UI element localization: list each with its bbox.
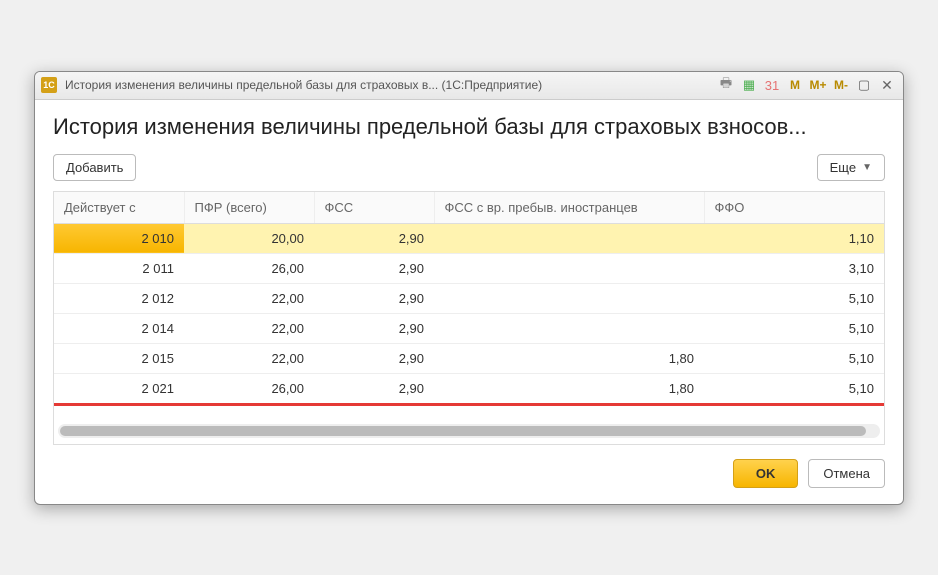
cell-fss_foreign[interactable] — [434, 253, 704, 283]
m-icon[interactable]: M — [785, 76, 805, 94]
cell-pfr[interactable]: 26,00 — [184, 373, 314, 403]
add-button[interactable]: Добавить — [53, 154, 136, 181]
cell-ffo[interactable]: 5,10 — [704, 313, 884, 343]
calculator-icon[interactable]: ▦ — [739, 76, 759, 94]
cell-date[interactable]: 2 012 — [54, 283, 184, 313]
scroll-area — [54, 406, 884, 444]
m-plus-icon[interactable]: M+ — [808, 76, 828, 94]
cell-pfr[interactable]: 26,00 — [184, 253, 314, 283]
cell-fss[interactable]: 2,90 — [314, 373, 434, 403]
titlebar: 1C История изменения величины предельной… — [35, 72, 903, 100]
ok-button[interactable]: OK — [733, 459, 799, 488]
cell-date[interactable]: 2 014 — [54, 313, 184, 343]
chevron-down-icon: ▼ — [862, 162, 872, 173]
page-title: История изменения величины предельной ба… — [53, 114, 885, 140]
cell-pfr[interactable]: 22,00 — [184, 283, 314, 313]
footer: OK Отмена — [53, 459, 885, 488]
table-row[interactable]: 2 01222,002,90 5,10 — [54, 283, 884, 313]
cell-ffo[interactable]: 3,10 — [704, 253, 884, 283]
cell-fss[interactable]: 2,90 — [314, 223, 434, 253]
cell-pfr[interactable]: 22,00 — [184, 343, 314, 373]
cell-pfr[interactable]: 22,00 — [184, 313, 314, 343]
cell-ffo[interactable]: 1,10 — [704, 223, 884, 253]
cell-fss[interactable]: 2,90 — [314, 343, 434, 373]
cell-fss[interactable]: 2,90 — [314, 253, 434, 283]
table-body: 2 01020,002,901,102 01126,002,903,102 01… — [54, 223, 884, 403]
cell-fss_foreign[interactable]: 1,80 — [434, 343, 704, 373]
dialog-window: 1C История изменения величины предельной… — [34, 71, 904, 505]
col-header-fss[interactable]: ФСС — [314, 192, 434, 224]
window-title: История изменения величины предельной ба… — [65, 78, 542, 92]
col-header-pfr[interactable]: ПФР (всего) — [184, 192, 314, 224]
cell-date[interactable]: 2 011 — [54, 253, 184, 283]
cell-fss_foreign[interactable]: 1,80 — [434, 373, 704, 403]
table-container: Действует с ПФР (всего) ФСС ФСС с вр. пр… — [53, 191, 885, 445]
table-row[interactable]: 2 01126,002,90 3,10 — [54, 253, 884, 283]
horizontal-scrollbar[interactable] — [58, 424, 880, 438]
titlebar-controls: 🖶 ▦ 31 M M+ M- ▢ ✕ — [716, 76, 897, 94]
app-logo-icon: 1C — [41, 77, 57, 93]
col-header-fss-foreign[interactable]: ФСС с вр. пребыв. иностранцев — [434, 192, 704, 224]
col-header-date[interactable]: Действует с — [54, 192, 184, 224]
table-row[interactable]: 2 01522,002,901,805,10 — [54, 343, 884, 373]
close-icon[interactable]: ✕ — [877, 76, 897, 94]
cell-ffo[interactable]: 5,10 — [704, 343, 884, 373]
cancel-button[interactable]: Отмена — [808, 459, 885, 488]
data-table: Действует с ПФР (всего) ФСС ФСС с вр. пр… — [54, 192, 884, 404]
cell-date[interactable]: 2 010 — [54, 223, 184, 253]
minimize-icon[interactable]: ▢ — [854, 76, 874, 94]
table-row[interactable]: 2 01422,002,90 5,10 — [54, 313, 884, 343]
print-icon[interactable]: 🖶 — [716, 76, 736, 94]
table-row[interactable]: 2 02126,002,901,805,10 — [54, 373, 884, 403]
cell-date[interactable]: 2 015 — [54, 343, 184, 373]
col-header-ffo[interactable]: ФФО — [704, 192, 884, 224]
calendar-icon[interactable]: 31 — [762, 76, 782, 94]
cell-fss_foreign[interactable] — [434, 223, 704, 253]
more-button-label: Еще — [830, 160, 856, 175]
scrollbar-thumb[interactable] — [60, 426, 866, 436]
cell-ffo[interactable]: 5,10 — [704, 283, 884, 313]
more-button[interactable]: Еще ▼ — [817, 154, 885, 181]
cell-pfr[interactable]: 20,00 — [184, 223, 314, 253]
cell-date[interactable]: 2 021 — [54, 373, 184, 403]
content-area: История изменения величины предельной ба… — [35, 100, 903, 504]
m-minus-icon[interactable]: M- — [831, 76, 851, 94]
cell-fss_foreign[interactable] — [434, 283, 704, 313]
cell-fss[interactable]: 2,90 — [314, 313, 434, 343]
cell-fss[interactable]: 2,90 — [314, 283, 434, 313]
toolbar: Добавить Еще ▼ — [53, 154, 885, 181]
cell-ffo[interactable]: 5,10 — [704, 373, 884, 403]
cell-fss_foreign[interactable] — [434, 313, 704, 343]
table-row[interactable]: 2 01020,002,90 1,10 — [54, 223, 884, 253]
